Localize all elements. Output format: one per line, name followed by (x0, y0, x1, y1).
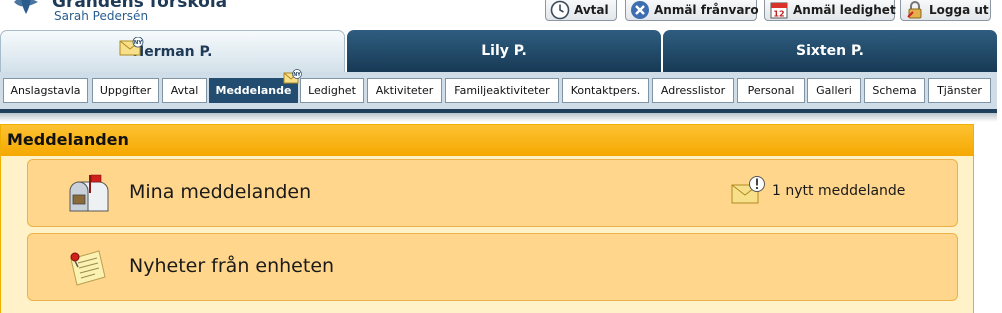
child-tab-label: Lily P. (481, 43, 527, 59)
subnav-item-schema[interactable]: Schema (864, 78, 925, 103)
child-tab-lily[interactable]: Lily P. (347, 30, 661, 72)
anmal-franvaro-button-label: Anmäl frånvaro (654, 2, 759, 17)
child-tab-herman[interactable]: NY Herman P. (0, 30, 345, 72)
subnav-item-kontaktpers[interactable]: Kontaktpers. (562, 78, 649, 103)
preschool-logo-icon (14, 0, 38, 14)
svg-text:12: 12 (773, 9, 784, 18)
subnav-item-adresslistor[interactable]: Adresslistor (652, 78, 734, 103)
new-message-envelope-icon: NY (119, 37, 144, 56)
anmal-ledighet-button-label: Anmäl ledighet (793, 2, 896, 17)
panel-title: Meddelanden (1, 125, 973, 156)
subnav-item-tjanster[interactable]: Tjänster (928, 78, 991, 103)
subnav-item-aktiviteter[interactable]: Aktiviteter (367, 78, 442, 103)
padlock-icon (907, 0, 922, 18)
subnav-item-ledighet[interactable]: Ledighet (300, 78, 364, 103)
my-messages-card[interactable]: Mina meddelanden 1 nytt meddelande (27, 159, 958, 227)
mailbox-icon (69, 174, 109, 212)
new-message-badge[interactable]: 1 nytt meddelande (730, 175, 905, 207)
new-message-envelope-icon: NY (283, 69, 302, 84)
svg-text:NY: NY (134, 40, 144, 46)
pinned-note-icon (70, 250, 106, 286)
svg-text:NY: NY (293, 72, 301, 78)
avtal-button-label: Avtal (574, 2, 609, 17)
x-circle-icon (631, 0, 649, 19)
new-message-count: 1 nytt meddelande (772, 183, 906, 199)
subnav-item-uppgifter[interactable]: Uppgifter (92, 78, 159, 103)
subnav-item-familjeaktiviteter[interactable]: Familjeaktiviteter (445, 78, 559, 103)
subnav-item-anslagstavla[interactable]: Anslagstavla (3, 78, 88, 103)
avtal-button[interactable]: Avtal (545, 0, 617, 21)
child-tab-label: Sixten P. (796, 43, 864, 59)
clock-icon (550, 0, 570, 19)
card-title: Nyheter från enheten (129, 255, 335, 277)
anmal-franvaro-button[interactable]: Anmäl frånvaro (625, 0, 759, 21)
unit-news-card[interactable]: Nyheter från enheten (27, 233, 958, 301)
messages-panel: Meddelanden Mina meddelanden 1 nytt medd… (0, 124, 974, 313)
subnav-item-personal[interactable]: Personal (737, 78, 805, 103)
anmal-ledighet-button[interactable]: 12 Anmäl ledighet (764, 0, 896, 21)
child-tab-sixten[interactable]: Sixten P. (663, 30, 997, 72)
calendar-icon: 12 (770, 2, 788, 18)
subnav-shadow (0, 113, 997, 122)
user-name: Sarah Pedersén (54, 9, 149, 23)
top-bar: Grändens förskola Sarah Pedersén Avtal A… (0, 0, 1002, 30)
child-tabs: NY Herman P. Lily P. Sixten P. (0, 30, 1002, 72)
subnav-item-avtal[interactable]: Avtal (162, 78, 207, 103)
new-message-envelope-icon (731, 176, 765, 204)
card-title: Mina meddelanden (129, 181, 312, 203)
logout-button[interactable]: Logga ut (900, 0, 991, 21)
subnav-item-galleri[interactable]: Galleri (807, 78, 861, 103)
logout-button-label: Logga ut (929, 2, 989, 17)
